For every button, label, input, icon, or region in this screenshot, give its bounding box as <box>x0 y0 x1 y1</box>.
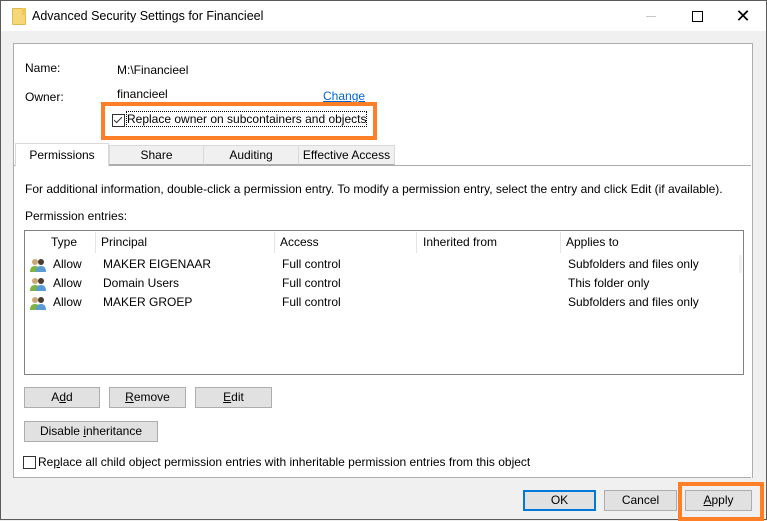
apply-label-post: pply <box>711 493 734 507</box>
owner-label: Owner: <box>25 90 64 104</box>
minimize-icon <box>646 15 656 17</box>
tab-permissions[interactable]: Permissions <box>15 143 109 167</box>
cell-applies-to: Subfolders and files only <box>568 257 699 271</box>
disable-inheritance-label-post: nheritance <box>85 424 143 438</box>
maximize-icon <box>691 10 703 22</box>
panel-bottom-border <box>13 477 751 478</box>
edit-label-post: dit <box>231 390 244 404</box>
close-icon: ✕ <box>735 5 751 26</box>
table-row[interactable]: Allow Domain Users Full control This fol… <box>25 274 743 293</box>
replace-owner-checkbox[interactable] <box>112 114 125 127</box>
edit-button[interactable]: Edit <box>195 387 272 408</box>
name-value: M:\Financieel <box>117 63 189 77</box>
title-bar[interactable]: Advanced Security Settings for Financiee… <box>1 1 766 31</box>
cancel-button[interactable]: Cancel <box>604 490 677 511</box>
replace-child-label-pre: Re <box>38 455 54 469</box>
add-label-post: d <box>66 390 73 404</box>
cell-type: Allow <box>53 276 82 290</box>
cell-principal: MAKER GROEP <box>103 295 193 309</box>
add-label-accel: d <box>59 390 66 404</box>
apply-button[interactable]: Apply <box>685 490 752 511</box>
replace-child-permissions-label[interactable]: Replace all child object permission entr… <box>38 455 530 469</box>
cell-type: Allow <box>53 257 82 271</box>
column-separator <box>95 232 96 253</box>
edit-label-accel: E <box>223 390 232 404</box>
disable-inheritance-button[interactable]: Disable inheritance <box>24 421 158 442</box>
column-header-type[interactable]: Type <box>51 231 77 253</box>
replace-child-label-post: lace all child object permission entries… <box>60 455 531 469</box>
column-separator <box>416 232 417 253</box>
replace-child-permissions-checkbox[interactable] <box>23 456 36 469</box>
cell-access: Full control <box>282 295 341 309</box>
column-separator <box>274 232 275 253</box>
info-text: For additional information, double-click… <box>25 182 723 196</box>
cell-principal: Domain Users <box>103 276 180 290</box>
users-icon <box>30 259 46 272</box>
permission-entries-label: Permission entries: <box>25 209 128 223</box>
table-row[interactable]: Allow MAKER GROEP Full control Subfolder… <box>25 293 743 312</box>
cell-applies-to: Subfolders and files only <box>568 295 699 309</box>
remove-button[interactable]: Remove <box>109 387 186 408</box>
owner-value: financieel <box>117 87 168 101</box>
column-header-access[interactable]: Access <box>280 231 319 253</box>
name-label: Name: <box>25 61 61 75</box>
apply-label-accel: A <box>703 493 712 507</box>
column-header-principal[interactable]: Principal <box>101 231 147 253</box>
replace-owner-label[interactable]: Replace owner on subcontainers and objec… <box>125 111 368 127</box>
cell-access: Full control <box>282 257 341 271</box>
change-owner-link[interactable]: Change <box>323 89 365 103</box>
add-button[interactable]: Add <box>24 387 100 408</box>
table-row[interactable]: Allow MAKER EIGENAAR Full control Subfol… <box>25 255 743 274</box>
column-header-applies-to[interactable]: Applies to <box>566 231 619 253</box>
cell-access: Full control <box>282 276 341 290</box>
disable-inheritance-label-pre: Disable <box>39 424 84 438</box>
users-icon <box>30 278 46 291</box>
cell-applies-to: This folder only <box>568 276 650 290</box>
minimize-button[interactable] <box>628 1 674 31</box>
advanced-security-window: Advanced Security Settings for Financiee… <box>0 0 767 521</box>
folder-icon <box>12 8 26 25</box>
remove-label-accel: R <box>125 390 134 404</box>
remove-label-post: emove <box>133 390 170 404</box>
users-icon <box>30 297 46 310</box>
tab-effective-access[interactable]: Effective Access <box>298 145 395 165</box>
maximize-button[interactable] <box>674 1 720 31</box>
ok-button[interactable]: OK <box>523 490 596 511</box>
cell-type: Allow <box>53 295 82 309</box>
tab-divider <box>13 165 751 166</box>
permission-entries-list[interactable]: Type Principal Access Inherited from App… <box>24 230 744 375</box>
cell-principal: MAKER EIGENAAR <box>103 257 212 271</box>
close-button[interactable]: ✕ <box>720 1 766 31</box>
column-header-inherited-from[interactable]: Inherited from <box>423 231 497 253</box>
tab-share[interactable]: Share <box>109 145 204 165</box>
tab-auditing[interactable]: Auditing <box>203 145 299 165</box>
column-separator <box>560 232 561 253</box>
window-title: Advanced Security Settings for Financiee… <box>32 9 264 23</box>
